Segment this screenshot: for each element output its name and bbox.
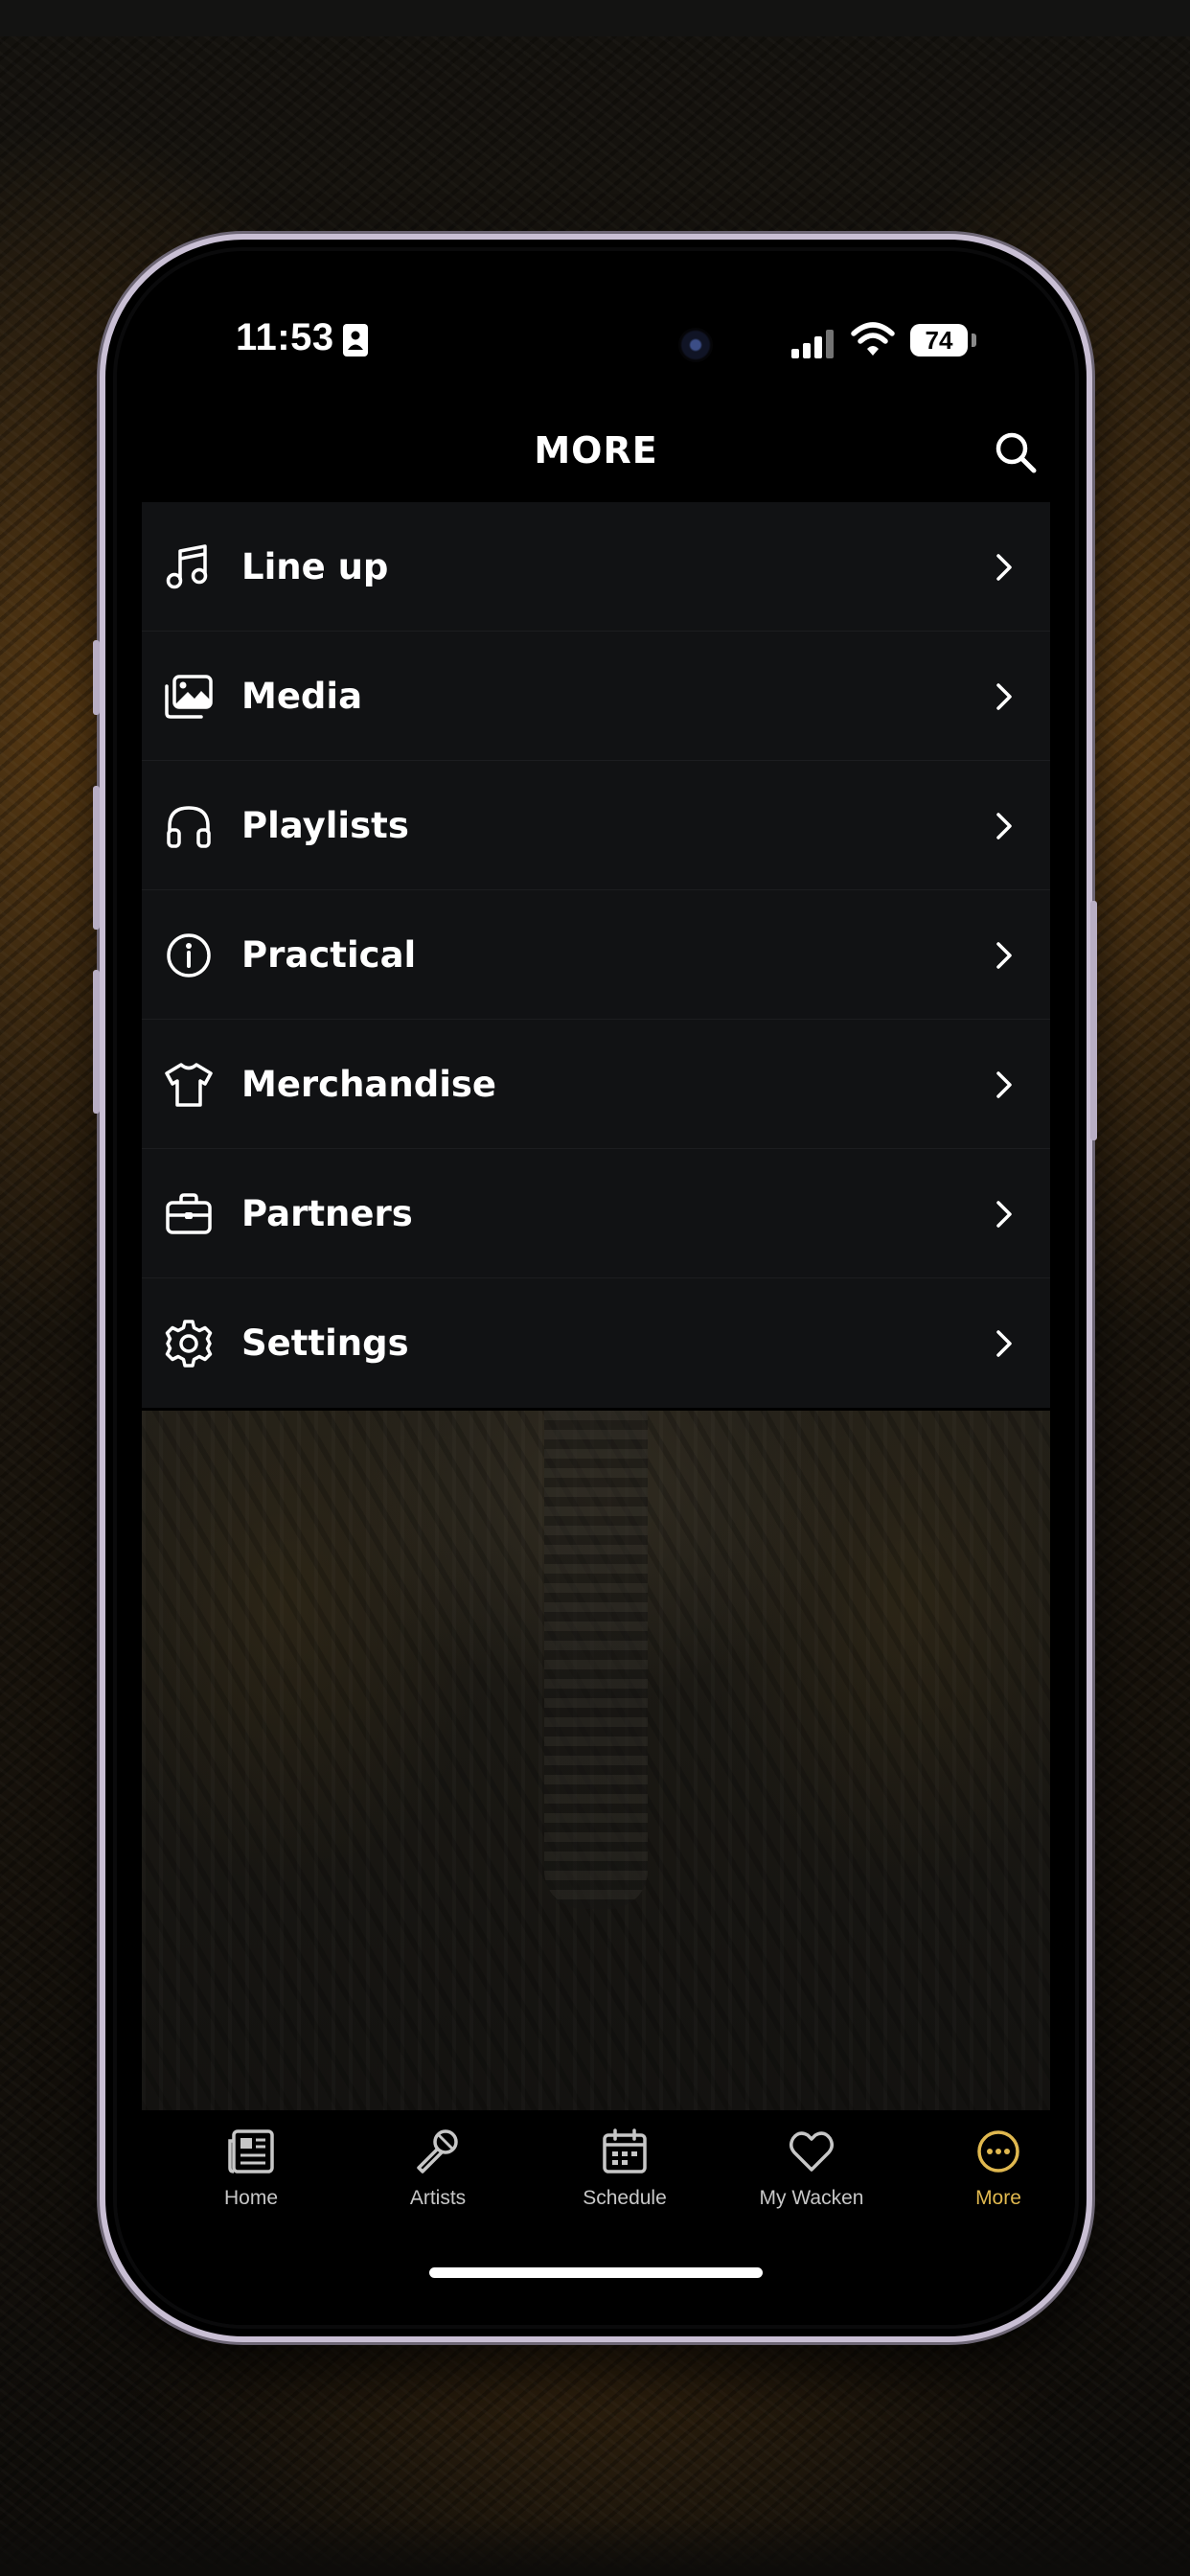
background-bottom-band [0,2518,1190,2576]
search-button[interactable] [993,429,1039,475]
battery-icon [972,334,976,347]
info-icon [167,933,211,978]
tab-my-wacken[interactable]: My Wacken [725,2128,898,2233]
chevron-right-icon [996,554,1012,581]
festival-artwork-image [142,1411,1050,2110]
chevron-right-icon [996,1071,1012,1098]
artwork-engine-column [544,1411,648,1909]
menu-item-practical[interactable]: Practical [142,890,1050,1020]
menu-item-merchandise[interactable]: Merchandise [142,1020,1050,1149]
power-button [1090,901,1097,1140]
page-title: MORE [534,429,658,472]
tab-more[interactable]: More [912,2128,1075,2233]
menu-item-settings[interactable]: Settings [142,1278,1050,1408]
chevron-right-icon [996,942,1012,969]
headphones-icon [167,806,211,848]
menu-item-label: Settings [241,1322,409,1364]
silent-switch [93,640,100,715]
gear-icon [165,1320,213,1368]
home-indicator[interactable] [429,2267,763,2278]
volume-up-button [93,786,100,930]
chevron-right-icon [996,813,1012,840]
music-note-icon [166,544,208,589]
menu-item-label: Merchandise [241,1064,497,1105]
menu-item-label: Practical [241,934,417,976]
wifi-icon [851,320,895,362]
tshirt-icon [165,1063,213,1107]
tab-label: Home [223,2187,279,2209]
tab-label: More [975,2187,1021,2209]
phone-screen: 11:53 74 MORE Line up Media Playlists Pr… [117,251,1075,2325]
chevron-right-icon [996,1201,1012,1228]
images-icon [165,675,213,719]
menu-item-label: Partners [241,1193,413,1234]
tab-label: Schedule [583,2187,667,2209]
menu-item-label: Line up [241,546,389,587]
menu-item-line-up[interactable]: Line up [142,502,1050,632]
chevron-right-icon [996,1330,1012,1357]
more-menu-list: Line up Media Playlists Practical Mercha… [142,502,1050,1408]
tab-home[interactable]: Home [165,2128,337,2233]
tab-schedule[interactable]: Schedule [538,2128,711,2233]
heart-icon [790,2131,834,2172]
menu-item-playlists[interactable]: Playlists [142,761,1050,890]
menu-item-label: Playlists [241,805,409,846]
background-top-band [0,0,1190,36]
menu-item-label: Media [241,676,363,717]
volume-down-button [93,970,100,1114]
calendar-icon [603,2128,647,2174]
newspaper-icon [228,2129,274,2174]
tab-artists[interactable]: Artists [352,2128,524,2233]
status-bar: 11:53 74 [117,251,1075,424]
menu-item-partners[interactable]: Partners [142,1149,1050,1278]
menu-item-media[interactable]: Media [142,632,1050,761]
briefcase-icon [166,1193,212,1234]
status-time: 11:53 [236,316,334,358]
contact-card-icon [343,324,368,356]
tab-label: My Wacken [759,2187,864,2209]
search-icon [995,432,1037,473]
chevron-right-icon [996,683,1012,710]
tab-label: Artists [409,2187,467,2209]
battery-level: 74 [910,324,968,356]
bottom-tab-bar: Home Artists Schedule My Wacken More [117,2110,1075,2325]
more-dots-icon [977,2130,1019,2173]
microphone-icon [417,2129,458,2174]
front-camera [678,328,713,362]
